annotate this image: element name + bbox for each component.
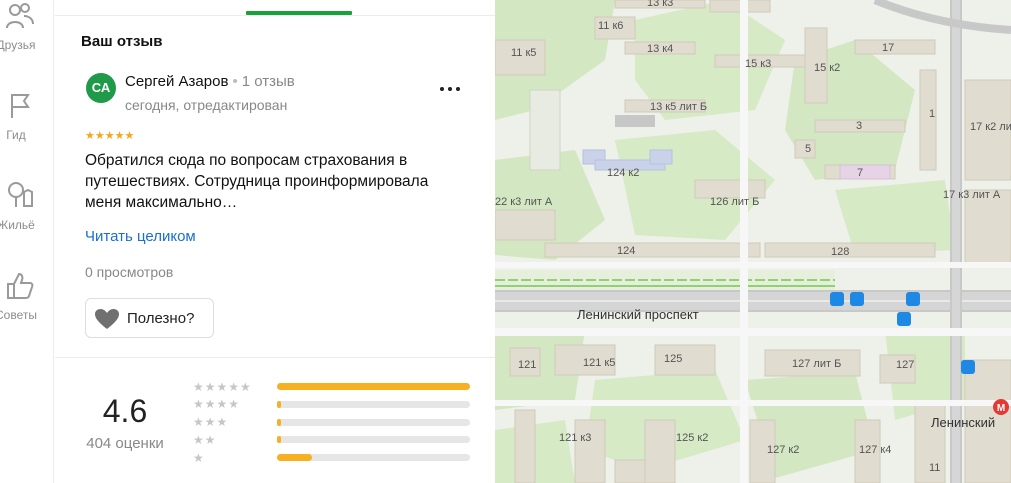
building-label: 121 к5 [583, 357, 616, 369]
building-label: 127 лит Б [792, 358, 842, 370]
more-options-button[interactable] [438, 76, 462, 100]
friends-icon [6, 3, 34, 29]
dist-fill-3 [277, 419, 281, 426]
building-label: 124 [617, 245, 636, 257]
dist-stars-3: ★★★ [193, 415, 229, 429]
left-nav-rail: Друзья Гид Жильё Советы [0, 0, 54, 483]
dist-fill-5 [277, 383, 470, 390]
review-stars: ★★★★★ [85, 130, 135, 142]
read-more-link[interactable]: Читать целиком [85, 228, 196, 245]
building-label: 127 к4 [859, 444, 892, 456]
views-count: 0 просмотров [85, 264, 174, 280]
dist-bar-4 [277, 401, 470, 408]
map-canvas[interactable]: M [495, 0, 1011, 483]
building-label: 126 лит Б [710, 196, 760, 208]
building-label: 11 к6 [598, 20, 624, 32]
street-label: Ленинский проспект [577, 307, 699, 322]
nav-label-housing: Жильё [0, 218, 35, 232]
nav-item-tips[interactable]: Советы [0, 270, 54, 330]
dist-bar-1 [277, 454, 470, 461]
nav-label-tips: Советы [0, 308, 37, 322]
dist-fill-1 [277, 454, 312, 461]
section-title: Ваш отзыв [81, 33, 163, 50]
building-label: 125 [664, 353, 683, 365]
nav-item-friends[interactable]: Друзья [0, 0, 54, 60]
building-label: 124 к2 [607, 167, 640, 179]
building-label: 11 к5 [511, 47, 537, 59]
dist-stars-5: ★★★★★ [193, 380, 252, 394]
housing-icon [8, 182, 33, 207]
building-label: 13 к3 [647, 0, 674, 9]
dist-bar-3 [277, 419, 470, 426]
thumbs-up-icon [7, 272, 34, 299]
review-date: сегодня, отредактирован [125, 97, 288, 113]
ratings-count: 404 оценки [86, 435, 164, 452]
nav-item-guide[interactable]: Гид [0, 90, 54, 150]
dist-stars-1: ★ [193, 451, 205, 465]
metro-label[interactable]: Ленинский [931, 415, 995, 430]
building-label: 15 к3 [745, 58, 772, 70]
author-line: Сергей Азаров • 1 отзыв [125, 73, 295, 90]
building-label: 17 к2 лит [970, 121, 1011, 133]
dist-bar-2 [277, 436, 470, 443]
dist-stars-2: ★★ [193, 433, 217, 447]
separator-dot: • [232, 73, 238, 90]
building-label: 127 [896, 359, 915, 371]
avatar[interactable]: СА [86, 73, 116, 103]
nav-label-guide: Гид [6, 128, 26, 142]
nav-label-friends: Друзья [0, 38, 36, 52]
review-text: Обратился сюда по вопросам страхования в… [85, 152, 429, 211]
building-label: 17 [882, 42, 895, 54]
tab-divider [55, 15, 495, 16]
useful-button[interactable]: Полезно? [85, 298, 214, 338]
section-divider [55, 357, 495, 358]
building-label: 17 к3 лит А [943, 189, 1001, 201]
heart-icon [95, 309, 119, 329]
building-label: 121 к3 [559, 432, 592, 444]
nav-item-housing[interactable]: Жильё [0, 178, 54, 238]
building-label: 125 к2 [676, 432, 709, 444]
author-name[interactable]: Сергей Азаров [125, 73, 228, 90]
svg-text:M: M [997, 403, 1005, 414]
author-review-count: 1 отзыв [241, 73, 295, 90]
building-label: 121 [518, 359, 537, 371]
building-label: 5 [805, 143, 812, 155]
dist-bar-5 [277, 383, 470, 390]
building-label: 22 к3 лит А [495, 196, 553, 208]
building-label: 11 [929, 462, 941, 474]
dist-stars-4: ★★★★ [193, 397, 241, 411]
average-rating: 4.6 [102, 393, 148, 429]
building-label: 127 к2 [767, 444, 800, 456]
dist-fill-2 [277, 436, 281, 443]
map-view[interactable]: M Ленинский проспект Ленинский 13 к3 11 … [495, 0, 1011, 483]
building-label: 13 к4 [647, 43, 674, 55]
flag-icon [11, 94, 30, 118]
review-panel: Ваш отзыв СА Сергей Азаров • 1 отзыв сегод… [55, 0, 495, 483]
building-label: 3 [856, 120, 863, 132]
building-label: 7 [857, 167, 864, 179]
useful-label: Полезно? [127, 310, 195, 327]
dist-fill-4 [277, 401, 281, 408]
building-label: 128 [831, 246, 850, 258]
building-label: 1 [929, 108, 936, 120]
building-label: 13 к5 лит Б [650, 101, 708, 113]
building-label: 15 к2 [814, 62, 841, 74]
